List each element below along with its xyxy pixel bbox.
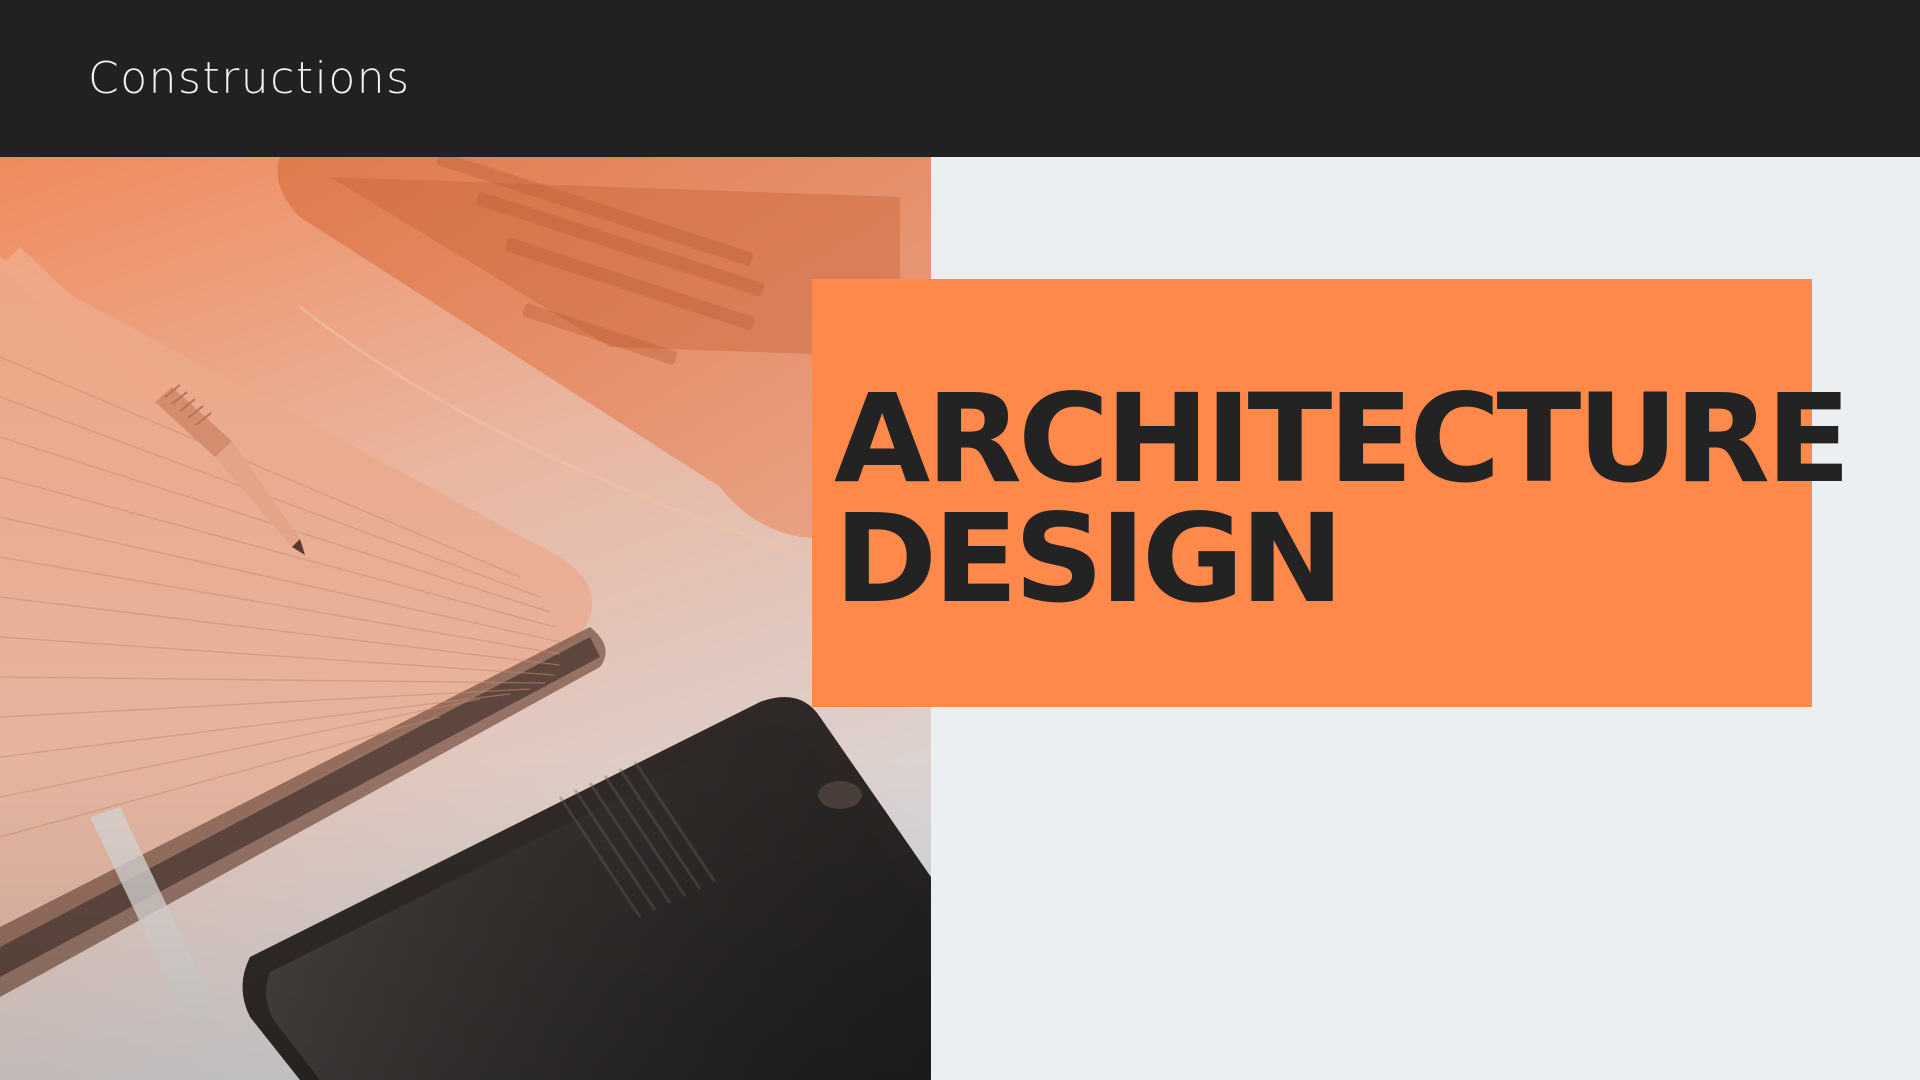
title-line-1: ARCHITECTURE bbox=[834, 368, 1851, 510]
page-title: ARCHITECTURE DESIGN bbox=[834, 368, 1851, 630]
title-line-2: DESIGN bbox=[834, 488, 1344, 630]
desk-photo bbox=[0, 157, 931, 1080]
title-panel: ARCHITECTURE DESIGN bbox=[812, 279, 1851, 707]
slide: Constructions ARCHITECTURE DESIGN bbox=[0, 0, 1920, 1080]
brand-name: Constructions bbox=[88, 53, 411, 104]
header-bar: Constructions bbox=[0, 0, 1920, 157]
